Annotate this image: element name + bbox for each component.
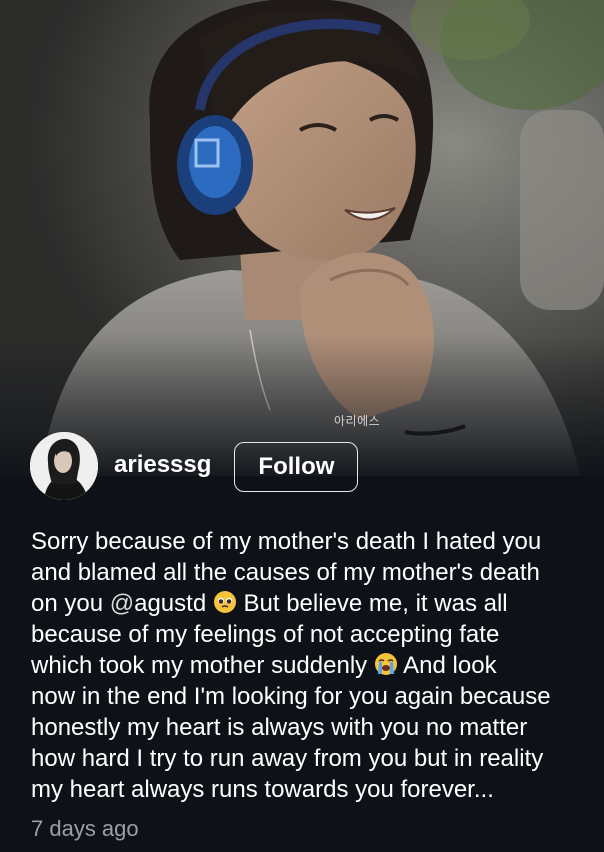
caption-line: on you @agustd But believe me, it was al… [31,588,604,619]
author-username[interactable]: ariesssg [114,451,211,479]
caption-line: which took my mother suddenly And look [31,650,604,681]
caption-line: and blamed all the causes of my mother's… [31,559,540,586]
caption-text: But believe me, it was all [236,590,508,617]
follow-button[interactable]: Follow [234,442,359,492]
profile-photo-avatar-icon [30,432,98,500]
threads-at-icon: @ [109,590,135,617]
caption-text: And look [397,652,497,679]
mention-username: agustd [134,590,207,617]
caption-line: Sorry because of my mother's death I hat… [31,528,542,555]
pleading-face-emoji-icon [213,591,236,613]
author-row: ariesssg Follow [30,432,359,500]
avatar[interactable] [30,432,98,500]
caption-text: which took my mother suddenly [31,652,374,679]
caption-line: how hard I try to run away from you but … [31,745,544,772]
caption-line: honestly my heart is always with you no … [31,714,528,741]
post-photo[interactable]: 아리에스 [0,0,604,476]
photo-watermark: 아리에스 [334,414,381,428]
caption-text: on you [31,590,110,617]
loudly-crying-face-emoji-icon [374,653,397,675]
caption-line: my heart always runs towards you forever… [31,776,494,803]
caption-line: now in the end I'm looking for you again… [31,683,551,710]
caption-line: because of my feelings of not accepting … [31,621,500,648]
mention-link[interactable]: @agustd [110,590,206,617]
post-timestamp: 7 days ago [31,816,139,841]
post-caption: Sorry because of my mother's death I hat… [31,526,604,805]
post-page: 아리에스 ariesssg Follow Sorry because of my… [0,0,604,852]
